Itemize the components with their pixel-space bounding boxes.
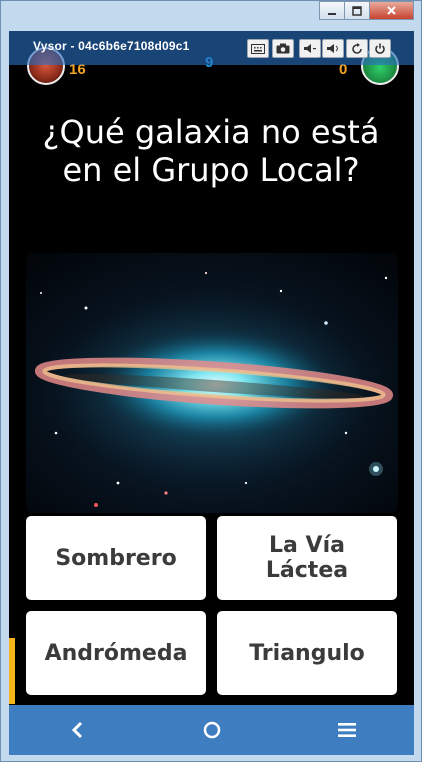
back-icon [71,721,82,739]
screenshot-button[interactable] [272,39,294,58]
maximize-button[interactable] [344,1,370,20]
volume-up-icon [327,44,338,53]
minimize-icon [328,12,336,15]
answer-button-3[interactable]: Andrómeda [26,611,206,695]
android-nav-bar [9,705,414,755]
volume-up-button[interactable] [322,39,344,58]
app-window: Vysor - 04c6b6e7108d09c1 16 9 [0,0,422,762]
volume-down-button[interactable] [299,39,321,58]
maximize-icon [352,5,362,16]
close-icon [387,6,396,15]
device-screen[interactable]: Vysor - 04c6b6e7108d09c1 16 9 [9,31,414,755]
answer-button-4[interactable]: Triangulo [217,611,397,695]
question-image [26,253,398,513]
rotate-icon [352,42,362,54]
power-icon [375,43,385,54]
menu-icon [337,723,356,737]
vysor-title: Vysor - 04c6b6e7108d09c1 [33,39,190,53]
minimize-button[interactable] [319,1,345,20]
timer-bar [9,638,15,704]
answer-button-1[interactable]: Sombrero [26,516,206,600]
sombrero-galaxy-image [26,253,398,513]
keyboard-icon [251,43,265,54]
rotate-button[interactable] [346,39,368,58]
power-button[interactable] [369,39,391,58]
keyboard-button[interactable] [247,39,269,58]
camera-icon [276,43,290,54]
close-button[interactable] [369,1,414,20]
home-button[interactable] [182,710,242,750]
window-controls [319,1,414,22]
vysor-toolbar: Vysor - 04c6b6e7108d09c1 [9,31,414,65]
question-text: ¿Qué galaxia no está en el Grupo Local? [42,113,380,189]
home-icon [203,721,220,739]
menu-button[interactable] [317,710,377,750]
back-button[interactable] [47,710,107,750]
answer-button-2[interactable]: La Vía Láctea [217,516,397,600]
volume-down-icon [304,44,316,53]
